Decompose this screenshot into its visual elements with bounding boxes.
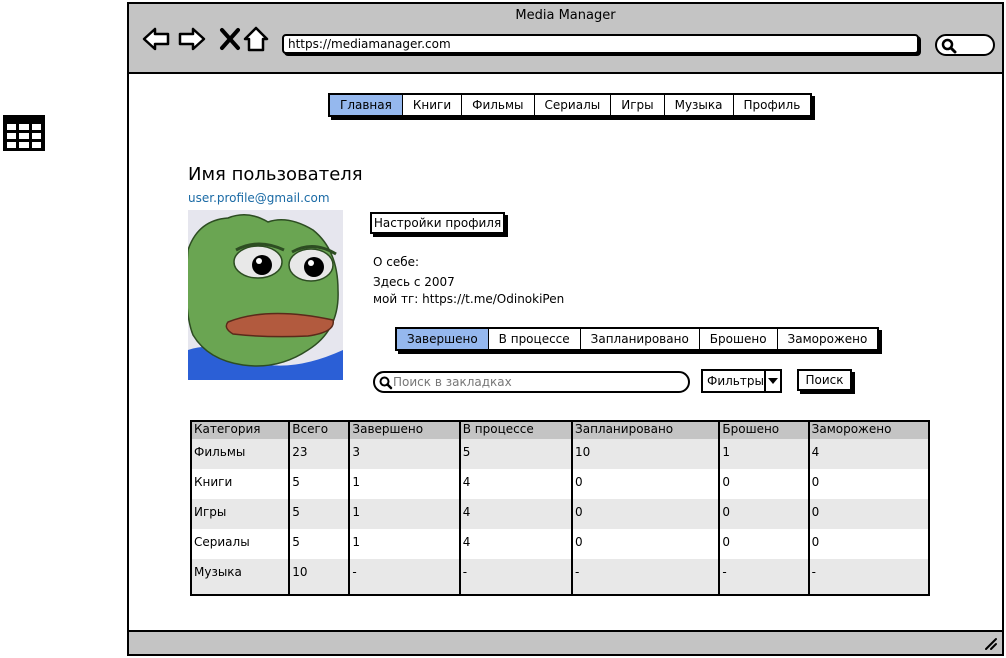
table-cell: 1 (718, 439, 809, 469)
chevron-down-icon (768, 378, 778, 384)
tab-completed[interactable]: Завершено (397, 329, 489, 349)
status-tabs: Завершено В процессе Запланировано Броше… (395, 327, 880, 351)
table-cell: 4 (807, 439, 929, 469)
table-cell: 0 (718, 499, 809, 529)
tab-dropped[interactable]: Брошено (700, 329, 778, 349)
column-header: Категория (194, 422, 261, 436)
tab-profile[interactable]: Профиль (734, 95, 811, 115)
browser-window: Media Manager https://mediamanager.com Г… (127, 2, 1004, 656)
column-header: Заморожено (807, 421, 929, 439)
column-header: Всего (288, 421, 350, 439)
table-cell: 0 (807, 469, 929, 499)
title-bar: Media Manager https://mediamanager.com (129, 4, 1002, 74)
filters-label: Фильтры (707, 374, 764, 388)
table-cell: 5 (458, 439, 573, 469)
tab-frozen[interactable]: Заморожено (778, 329, 878, 349)
table-cell: 10 (571, 439, 720, 469)
table-cell: 5 (288, 499, 350, 529)
search-icon (379, 376, 393, 390)
table-cell: 10 (288, 559, 350, 595)
search-button[interactable]: Поиск (797, 369, 852, 391)
bookmark-search-input[interactable] (393, 374, 683, 390)
table-cell: - (348, 559, 460, 595)
table-cell: Фильмы (194, 445, 246, 459)
table-cell: Книги (194, 475, 233, 489)
table-cell: Сериалы (194, 535, 250, 549)
address-bar[interactable]: https://mediamanager.com (282, 34, 919, 54)
column-header: Завершено (348, 421, 460, 439)
tab-home[interactable]: Главная (330, 95, 403, 115)
avatar (188, 210, 343, 380)
main-nav-tabs: Главная Книги Фильмы Сериалы Игры Музыка… (328, 93, 813, 117)
profile-settings-button[interactable]: Настройки профиля (370, 212, 505, 234)
table-row[interactable]: Игры 5 1 4 0 0 0 (191, 499, 929, 529)
table-row[interactable]: Сериалы 5 1 4 0 0 0 (191, 529, 929, 559)
dropdown-arrow[interactable] (764, 371, 780, 391)
about-line-since: Здесь с 2007 (373, 275, 455, 289)
table-cell: - (571, 559, 720, 595)
table-cell: 0 (718, 469, 809, 499)
tab-in-progress[interactable]: В процессе (489, 329, 581, 349)
table-cell: 3 (348, 439, 460, 469)
table-cell: 0 (571, 469, 720, 499)
browser-search-box[interactable] (935, 34, 995, 56)
column-header: Брошено (718, 421, 809, 439)
table-row[interactable]: Книги 5 1 4 0 0 0 (191, 469, 929, 499)
column-header: Запланировано (571, 421, 720, 439)
table-cell: 4 (458, 529, 573, 559)
bookmark-search-field[interactable] (373, 371, 690, 393)
stats-table: Категория Всего Завершено В процессе Зап… (190, 420, 930, 596)
forward-arrow-icon[interactable] (177, 24, 207, 54)
resize-grip-icon[interactable] (984, 637, 998, 651)
back-arrow-icon[interactable] (141, 24, 171, 54)
tab-planned[interactable]: Запланировано (581, 329, 700, 349)
profile-username: Имя пользователя (188, 164, 363, 185)
table-cell: 23 (288, 439, 350, 469)
table-cell: 0 (718, 529, 809, 559)
tab-games[interactable]: Игры (611, 95, 665, 115)
table-cell: 5 (288, 469, 350, 499)
table-header-row: Категория Всего Завершено В процессе Зап… (191, 421, 929, 439)
table-cell: 5 (288, 529, 350, 559)
about-line-telegram: мой тг: https://t.me/OdinokiPen (373, 292, 565, 306)
table-cell: Музыка (194, 565, 242, 579)
table-cell: Игры (194, 505, 227, 519)
table-cell: 1 (348, 499, 460, 529)
table-cell: - (458, 559, 573, 595)
table-cell: 0 (571, 499, 720, 529)
table-cell: 0 (807, 499, 929, 529)
table-cell: 1 (348, 529, 460, 559)
about-label: О себе: (373, 255, 420, 269)
table-cell: 4 (458, 469, 573, 499)
table-cell: 4 (458, 499, 573, 529)
tab-music[interactable]: Музыка (665, 95, 734, 115)
window-title: Media Manager (515, 8, 616, 23)
tab-movies[interactable]: Фильмы (462, 95, 535, 115)
table-grid-icon (3, 115, 45, 151)
table-cell: - (807, 559, 929, 595)
filters-dropdown[interactable]: Фильтры (701, 369, 782, 393)
table-row[interactable]: Фильмы 23 3 5 10 1 4 (191, 439, 929, 469)
column-header: В процессе (458, 421, 573, 439)
table-cell: 0 (571, 529, 720, 559)
tab-books[interactable]: Книги (403, 95, 463, 115)
status-bar (129, 630, 1002, 654)
table-cell: 0 (807, 529, 929, 559)
table-cell: 1 (348, 469, 460, 499)
tab-series[interactable]: Сериалы (535, 95, 612, 115)
home-icon[interactable] (241, 24, 271, 54)
magnifier-icon (941, 38, 957, 54)
table-cell: - (718, 559, 809, 595)
table-row[interactable]: Музыка 10 - - - - - (191, 559, 929, 595)
profile-email[interactable]: user.profile@gmail.com (188, 191, 330, 205)
